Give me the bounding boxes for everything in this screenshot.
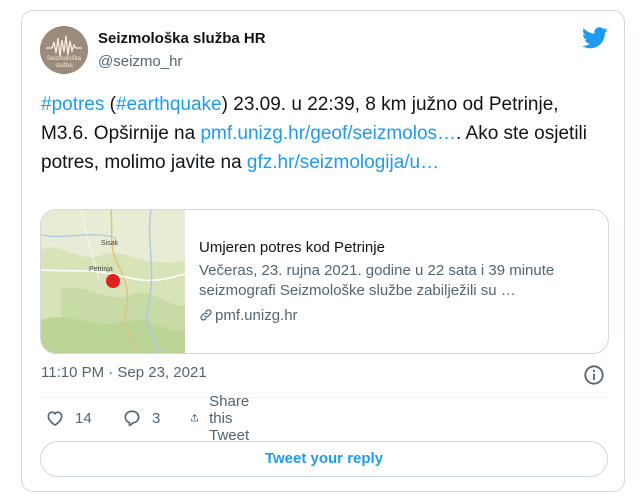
- hashtag-link[interactable]: #earthquake: [116, 94, 222, 115]
- share-button[interactable]: Share this Tweet: [190, 393, 260, 444]
- link-icon: [200, 309, 212, 321]
- url-link[interactable]: pmf.unizg.hr/geof/seizmolos…: [200, 123, 456, 144]
- avatar-logo-text-2: služba: [55, 63, 73, 69]
- reply-count: 3: [152, 409, 161, 427]
- card-title: Umjeren potres kod Petrinje: [199, 239, 385, 256]
- avatar-logo-text-1: Seizmološka: [46, 56, 81, 62]
- divider: [40, 397, 608, 398]
- card-domain: pmf.unizg.hr: [199, 307, 298, 324]
- share-icon: [191, 414, 198, 422]
- avatar[interactable]: Seizmološka služba: [40, 26, 88, 74]
- tweet-card: Seizmološka služba Seizmološka služba HR…: [21, 10, 625, 492]
- map-thumbnail: Sisak Petrinja: [41, 210, 186, 353]
- epicenter-marker: [106, 274, 120, 288]
- link-preview-card[interactable]: Sisak Petrinja Umjeren potres kod Petrin…: [40, 209, 609, 354]
- hashtag-link[interactable]: #potres: [41, 94, 104, 115]
- tweet-text-segment: (: [104, 94, 116, 115]
- author-handle[interactable]: @seizmo_hr: [98, 53, 182, 70]
- map-label-petrinja: Petrinja: [89, 266, 113, 273]
- tweet-text: #potres (#earthquake) 23.09. u 22:39, 8 …: [41, 90, 611, 177]
- tweet-your-reply-button[interactable]: Tweet your reply: [40, 441, 608, 477]
- share-label: Share this Tweet: [209, 392, 250, 444]
- reply-icon: [124, 410, 140, 427]
- heart-icon: [47, 411, 63, 426]
- card-domain-text: pmf.unizg.hr: [215, 307, 298, 324]
- twitter-bird-icon[interactable]: [582, 27, 608, 49]
- like-button[interactable]: 14: [45, 407, 92, 429]
- url-link[interactable]: gfz.hr/seizmologija/u…: [247, 152, 439, 173]
- info-icon[interactable]: [583, 364, 605, 386]
- like-count: 14: [75, 409, 92, 427]
- tweet-timestamp[interactable]: 11:10 PM · Sep 23, 2021: [41, 364, 207, 381]
- map-label-sisak: Sisak: [101, 240, 119, 247]
- card-description: Večeras, 23. rujna 2021. godine u 22 sat…: [199, 262, 555, 299]
- author-name[interactable]: Seizmološka služba HR: [98, 30, 266, 47]
- reply-action-button[interactable]: 3: [122, 407, 160, 429]
